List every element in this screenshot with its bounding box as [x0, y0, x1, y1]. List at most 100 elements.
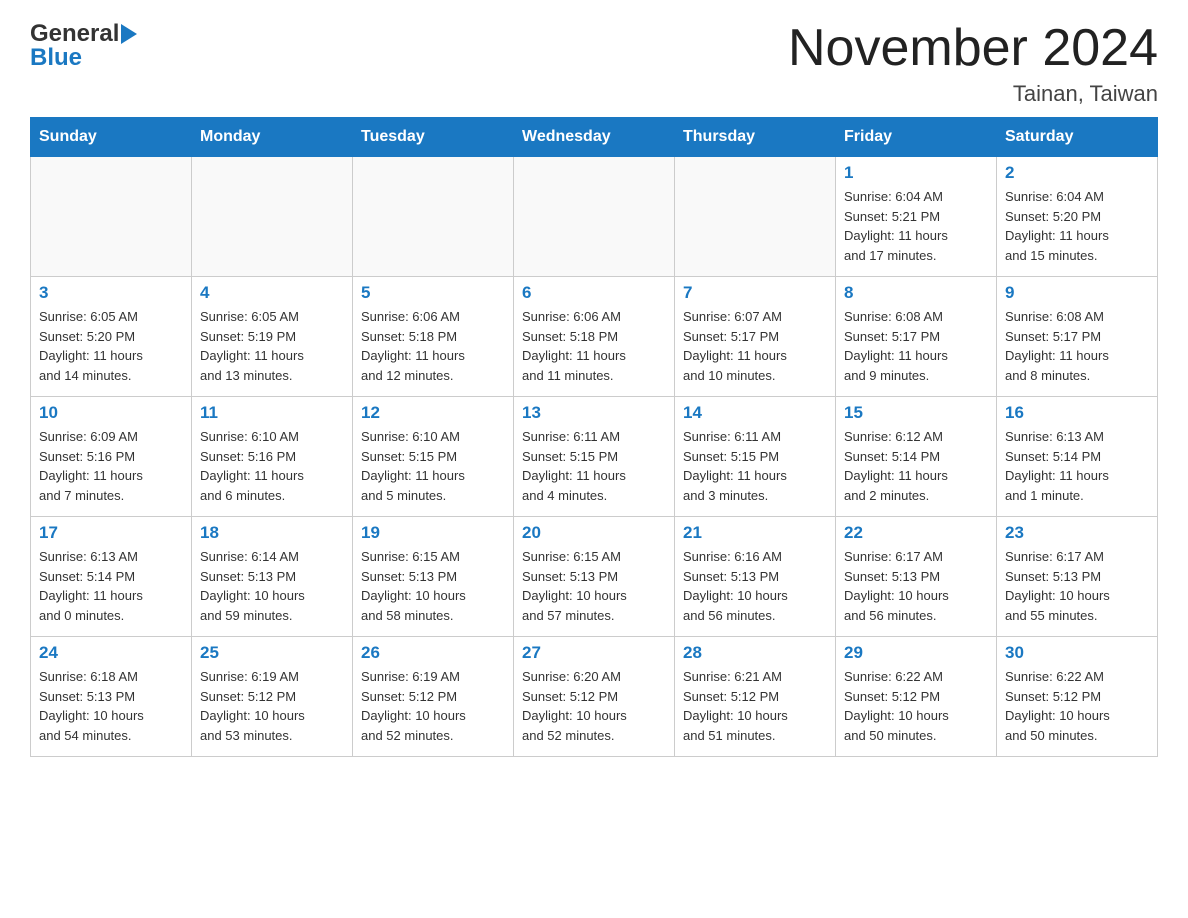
- day-number: 15: [844, 403, 988, 423]
- day-number: 20: [522, 523, 666, 543]
- day-number: 9: [1005, 283, 1149, 303]
- calendar-cell: 3Sunrise: 6:05 AM Sunset: 5:20 PM Daylig…: [31, 277, 192, 397]
- day-number: 16: [1005, 403, 1149, 423]
- calendar-week-row: 10 Sunrise: 6:09 AM Sunset: 5:16 PM Dayli…: [31, 397, 1158, 517]
- day-number: 30: [1005, 643, 1149, 663]
- day-of-week-tuesday: Tuesday: [353, 118, 514, 157]
- day-info: Sunrise: 6:11 AM Sunset: 5:15 PM Dayligh…: [683, 427, 827, 505]
- day-info: Sunrise: 6:18 AM Sunset: 5:13 PM Dayligh…: [39, 667, 183, 745]
- calendar-cell: 9 Sunrise: 6:08 AM Sunset: 5:17 PM Daylig…: [997, 277, 1158, 397]
- day-info: Sunrise: 6:09 AM Sunset: 5:16 PM Dayligh…: [39, 427, 183, 505]
- calendar-week-row: 1 Sunrise: 6:04 AM Sunset: 5:21 PM Daylig…: [31, 157, 1158, 277]
- day-number: 2: [1005, 163, 1149, 183]
- day-info: Sunrise: 6:17 AM Sunset: 5:13 PM Dayligh…: [1005, 547, 1149, 625]
- day-number: 7: [683, 283, 827, 303]
- month-title: November 2024: [788, 20, 1158, 77]
- calendar-cell: 25Sunrise: 6:19 AM Sunset: 5:12 PM Dayli…: [192, 637, 353, 757]
- day-info: Sunrise: 6:12 AM Sunset: 5:14 PM Dayligh…: [844, 427, 988, 505]
- day-of-week-thursday: Thursday: [675, 118, 836, 157]
- calendar-cell: 15 Sunrise: 6:12 AM Sunset: 5:14 PM Dayli…: [836, 397, 997, 517]
- calendar-cell: [514, 157, 675, 277]
- day-info: Sunrise: 6:15 AM Sunset: 5:13 PM Dayligh…: [522, 547, 666, 625]
- calendar-cell: 20 Sunrise: 6:15 AM Sunset: 5:13 PM Dayli…: [514, 517, 675, 637]
- calendar-cell: 21 Sunrise: 6:16 AM Sunset: 5:13 PM Dayli…: [675, 517, 836, 637]
- calendar-cell: [675, 157, 836, 277]
- calendar-cell: 7 Sunrise: 6:07 AM Sunset: 5:17 PM Daylig…: [675, 277, 836, 397]
- day-info: Sunrise: 6:10 AM Sunset: 5:15 PM Dayligh…: [361, 427, 505, 505]
- day-number: 21: [683, 523, 827, 543]
- logo-area: General Blue: [30, 20, 137, 72]
- day-info: Sunrise: 6:11 AM Sunset: 5:15 PM Dayligh…: [522, 427, 666, 505]
- day-info: Sunrise: 6:17 AM Sunset: 5:13 PM Dayligh…: [844, 547, 988, 625]
- day-number: 18: [200, 523, 344, 543]
- calendar-cell: 23 Sunrise: 6:17 AM Sunset: 5:13 PM Dayli…: [997, 517, 1158, 637]
- day-of-week-sunday: Sunday: [31, 118, 192, 157]
- calendar-cell: 5 Sunrise: 6:06 AM Sunset: 5:18 PM Daylig…: [353, 277, 514, 397]
- calendar-cell: [192, 157, 353, 277]
- calendar-cell: 17 Sunrise: 6:13 AM Sunset: 5:14 PM Dayli…: [31, 517, 192, 637]
- day-info: Sunrise: 6:06 AM Sunset: 5:18 PM Dayligh…: [522, 307, 666, 385]
- day-info: Sunrise: 6:19 AM Sunset: 5:12 PM Dayligh…: [361, 667, 505, 745]
- day-info: Sunrise: 6:19 AM Sunset: 5:12 PM Dayligh…: [200, 667, 344, 745]
- day-info: Sunrise: 6:07 AM Sunset: 5:17 PM Dayligh…: [683, 307, 827, 385]
- day-number: 27: [522, 643, 666, 663]
- calendar-cell: 2 Sunrise: 6:04 AM Sunset: 5:20 PM Daylig…: [997, 157, 1158, 277]
- calendar-cell: 8Sunrise: 6:08 AM Sunset: 5:17 PM Daylig…: [836, 277, 997, 397]
- day-info: Sunrise: 6:16 AM Sunset: 5:13 PM Dayligh…: [683, 547, 827, 625]
- page-header: General Blue November 2024 Tainan, Taiwa…: [30, 20, 1158, 107]
- calendar-cell: 18 Sunrise: 6:14 AM Sunset: 5:13 PM Dayli…: [192, 517, 353, 637]
- calendar-cell: [31, 157, 192, 277]
- day-number: 13: [522, 403, 666, 423]
- calendar-cell: 27Sunrise: 6:20 AM Sunset: 5:12 PM Dayli…: [514, 637, 675, 757]
- day-number: 12: [361, 403, 505, 423]
- calendar-cell: 19 Sunrise: 6:15 AM Sunset: 5:13 PM Dayli…: [353, 517, 514, 637]
- day-number: 8: [844, 283, 988, 303]
- day-info: Sunrise: 6:13 AM Sunset: 5:14 PM Dayligh…: [39, 547, 183, 625]
- day-number: 5: [361, 283, 505, 303]
- day-info: Sunrise: 6:13 AM Sunset: 5:14 PM Dayligh…: [1005, 427, 1149, 505]
- calendar-cell: 6 Sunrise: 6:06 AM Sunset: 5:18 PM Daylig…: [514, 277, 675, 397]
- day-number: 23: [1005, 523, 1149, 543]
- day-info: Sunrise: 6:22 AM Sunset: 5:12 PM Dayligh…: [1005, 667, 1149, 745]
- day-number: 1: [844, 163, 988, 183]
- day-info: Sunrise: 6:08 AM Sunset: 5:17 PM Dayligh…: [1005, 307, 1149, 385]
- day-number: 24: [39, 643, 183, 663]
- calendar-cell: 10 Sunrise: 6:09 AM Sunset: 5:16 PM Dayli…: [31, 397, 192, 517]
- day-number: 19: [361, 523, 505, 543]
- day-info: Sunrise: 6:05 AM Sunset: 5:19 PM Dayligh…: [200, 307, 344, 385]
- calendar-cell: 16 Sunrise: 6:13 AM Sunset: 5:14 PM Dayli…: [997, 397, 1158, 517]
- title-area: November 2024 Tainan, Taiwan: [788, 20, 1158, 107]
- day-of-week-monday: Monday: [192, 118, 353, 157]
- calendar-week-row: 24 Sunrise: 6:18 AM Sunset: 5:13 PM Dayli…: [31, 637, 1158, 757]
- day-info: Sunrise: 6:05 AM Sunset: 5:20 PM Dayligh…: [39, 307, 183, 385]
- day-info: Sunrise: 6:04 AM Sunset: 5:20 PM Dayligh…: [1005, 187, 1149, 265]
- day-info: Sunrise: 6:22 AM Sunset: 5:12 PM Dayligh…: [844, 667, 988, 745]
- day-number: 10: [39, 403, 183, 423]
- day-info: Sunrise: 6:06 AM Sunset: 5:18 PM Dayligh…: [361, 307, 505, 385]
- day-number: 29: [844, 643, 988, 663]
- day-number: 11: [200, 403, 344, 423]
- day-number: 6: [522, 283, 666, 303]
- day-of-week-wednesday: Wednesday: [514, 118, 675, 157]
- calendar-cell: [353, 157, 514, 277]
- calendar-cell: 1 Sunrise: 6:04 AM Sunset: 5:21 PM Daylig…: [836, 157, 997, 277]
- calendar-week-row: 3Sunrise: 6:05 AM Sunset: 5:20 PM Daylig…: [31, 277, 1158, 397]
- calendar-cell: 24 Sunrise: 6:18 AM Sunset: 5:13 PM Dayli…: [31, 637, 192, 757]
- day-number: 28: [683, 643, 827, 663]
- calendar-table: SundayMondayTuesdayWednesdayThursdayFrid…: [30, 117, 1158, 757]
- day-info: Sunrise: 6:04 AM Sunset: 5:21 PM Dayligh…: [844, 187, 988, 265]
- day-number: 22: [844, 523, 988, 543]
- calendar-cell: 4Sunrise: 6:05 AM Sunset: 5:19 PM Daylig…: [192, 277, 353, 397]
- day-number: 14: [683, 403, 827, 423]
- logo-blue-text: Blue: [30, 44, 82, 72]
- day-info: Sunrise: 6:14 AM Sunset: 5:13 PM Dayligh…: [200, 547, 344, 625]
- day-of-week-friday: Friday: [836, 118, 997, 157]
- day-of-week-saturday: Saturday: [997, 118, 1158, 157]
- calendar-cell: 22 Sunrise: 6:17 AM Sunset: 5:13 PM Dayli…: [836, 517, 997, 637]
- day-info: Sunrise: 6:15 AM Sunset: 5:13 PM Dayligh…: [361, 547, 505, 625]
- calendar-cell: 13 Sunrise: 6:11 AM Sunset: 5:15 PM Dayli…: [514, 397, 675, 517]
- location-title: Tainan, Taiwan: [788, 81, 1158, 107]
- calendar-cell: 11 Sunrise: 6:10 AM Sunset: 5:16 PM Dayli…: [192, 397, 353, 517]
- day-info: Sunrise: 6:10 AM Sunset: 5:16 PM Dayligh…: [200, 427, 344, 505]
- day-number: 17: [39, 523, 183, 543]
